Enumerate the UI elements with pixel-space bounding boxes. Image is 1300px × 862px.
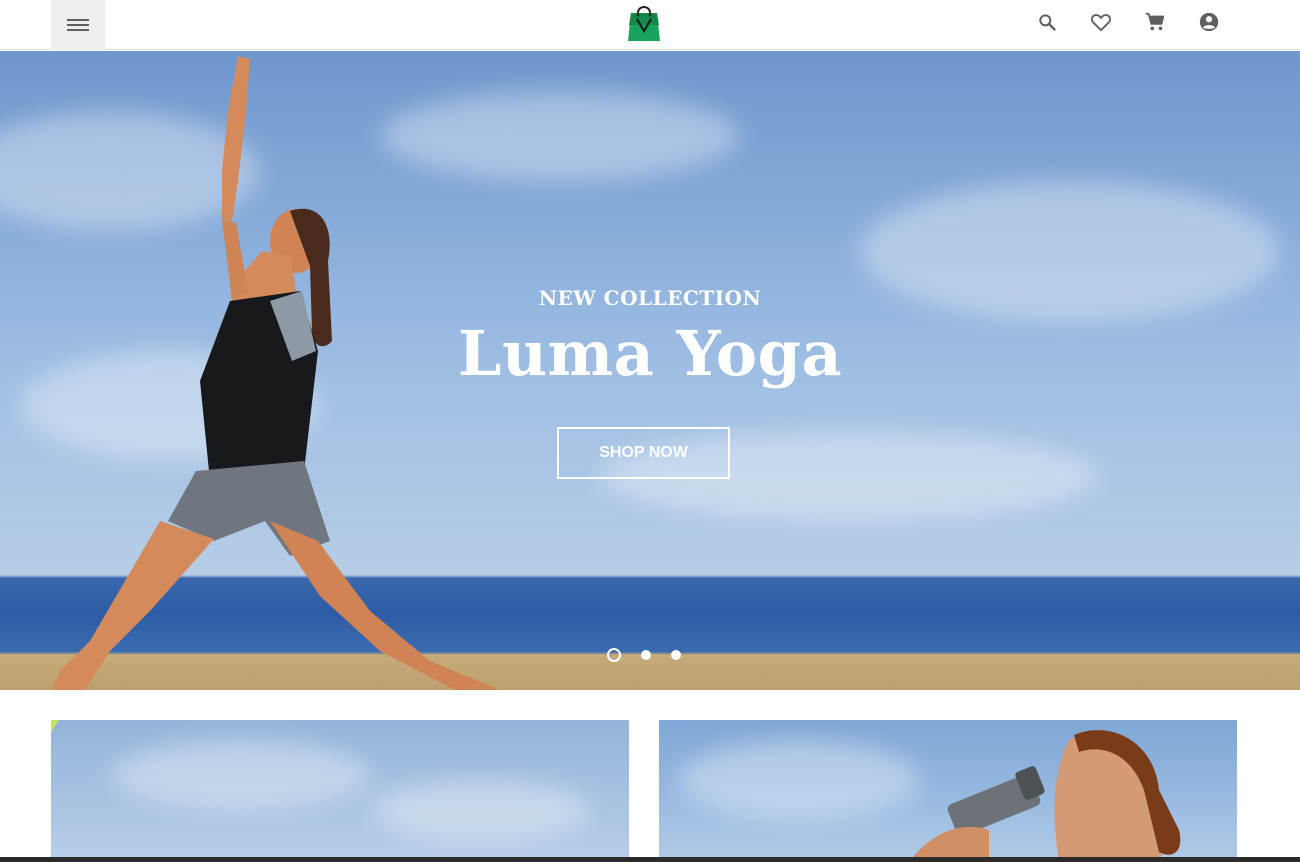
shop-now-button[interactable]: SHOP NOW [557, 427, 730, 479]
slider-dot-3[interactable] [671, 650, 681, 660]
account-button[interactable] [1197, 10, 1221, 34]
hero-headline: Luma Yoga [457, 317, 843, 390]
bottom-bar [0, 857, 1300, 862]
hamburger-menu-icon [67, 19, 89, 31]
shopping-bag-logo-icon [628, 6, 660, 41]
hero-banner: NEW COLLECTION Luma Yoga SHOP NOW [0, 51, 1300, 690]
promo-tile-right[interactable] [659, 720, 1237, 862]
heart-icon [1090, 14, 1112, 32]
hero-eyebrow: NEW COLLECTION [538, 286, 762, 310]
promo-tile-left[interactable] [51, 720, 629, 862]
slider-dot-2[interactable] [641, 650, 651, 660]
cart-button[interactable] [1143, 10, 1167, 34]
search-icon [1039, 14, 1056, 31]
search-button[interactable] [1035, 10, 1059, 34]
cart-icon [1145, 12, 1165, 31]
menu-button[interactable] [51, 0, 105, 50]
account-icon [1199, 12, 1219, 32]
wishlist-button[interactable] [1089, 10, 1113, 34]
water-bottle-model-image [909, 730, 1181, 862]
site-header [0, 0, 1300, 50]
site-logo[interactable] [626, 1, 662, 43]
slider-dot-1[interactable] [607, 648, 621, 662]
